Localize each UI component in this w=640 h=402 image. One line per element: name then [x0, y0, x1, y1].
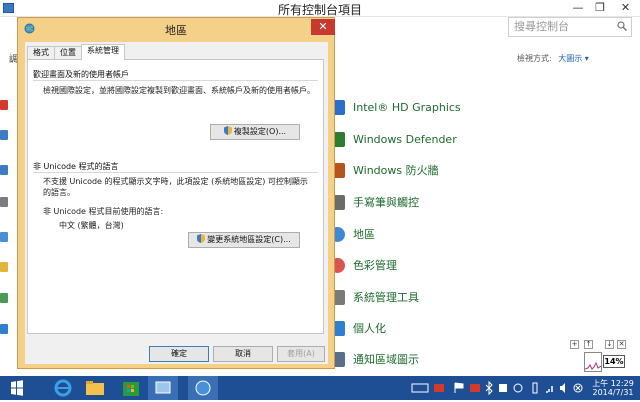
cp-item-label: 手寫筆與觸控	[353, 196, 419, 209]
cp-item-label: Intel® HD Graphics	[353, 100, 461, 114]
administrative-tab-page: 歡迎畫面及新的使用者帳戶 檢視國際設定，並將國際設定複製到歡迎畫面、系統帳戶及新…	[27, 59, 324, 334]
region-app-taskbar-button[interactable]	[188, 376, 218, 400]
store-bag-icon	[123, 382, 139, 396]
cp-item-pen-touch[interactable]: 手寫筆與觸控	[330, 193, 419, 211]
minimize-button[interactable]: —	[567, 0, 589, 16]
tab-formats[interactable]: 格式	[27, 46, 55, 60]
cp-item-windows-defender[interactable]: Windows Defender	[330, 130, 457, 148]
hidden-item-icon	[0, 262, 8, 272]
cp-item-admin-tools[interactable]: 系統管理工具	[330, 288, 419, 306]
ok-button[interactable]: 確定	[149, 346, 209, 362]
folder-icon	[86, 381, 104, 395]
region-app-icon	[195, 380, 211, 396]
bluetooth-icon[interactable]	[483, 376, 495, 400]
widget-arrow-button[interactable]: ↑	[584, 340, 593, 349]
restore-button[interactable]: ❐	[589, 0, 611, 16]
change-system-locale-label: 變更系統地區設定(C)...	[207, 235, 291, 244]
cp-item-color-management[interactable]: 色彩管理	[330, 256, 397, 274]
cp-item-label: 地區	[353, 228, 375, 241]
search-placeholder: 搜尋控制台	[514, 20, 569, 33]
windows-logo-icon	[11, 380, 23, 396]
welcome-group-description: 檢視國際設定，並將國際設定複製到歡迎畫面、系統帳戶及新的使用者帳戶。	[43, 86, 315, 95]
close-button[interactable]: ✕	[611, 0, 640, 16]
cp-item-personalization[interactable]: 個人化	[330, 319, 386, 337]
search-icon[interactable]	[617, 21, 627, 31]
battery-icon[interactable]	[530, 376, 540, 400]
cp-item-label: 系統管理工具	[353, 291, 419, 304]
dialog-close-button[interactable]: ✕	[311, 19, 335, 35]
control-panel-taskbar-button[interactable]	[148, 376, 178, 400]
clock-date[interactable]: 2014/7/31	[588, 388, 638, 397]
cp-item-intel-graphics[interactable]: Intel® HD Graphics	[330, 98, 461, 116]
cp-item-notification-icons[interactable]: 通知區域圖示	[330, 350, 419, 368]
welcome-group-title: 歡迎畫面及新的使用者帳戶	[33, 70, 129, 79]
signal-icon[interactable]	[544, 376, 556, 400]
widget-close-button[interactable]: ✕	[617, 340, 626, 349]
view-by: 檢視方式: 大圖示 ▾	[517, 53, 589, 64]
volume-icon[interactable]	[558, 376, 570, 400]
group-divider	[33, 80, 318, 81]
hidden-item-icon	[0, 324, 8, 334]
tray-app-icon[interactable]	[497, 376, 509, 400]
file-explorer-icon[interactable]	[80, 376, 110, 400]
cancel-button[interactable]: 取消	[213, 346, 273, 362]
cp-item-firewall[interactable]: Windows 防火牆	[330, 161, 439, 179]
cp-item-region[interactable]: 地區	[330, 225, 375, 243]
tab-strip: 格式 位置 系統管理	[27, 44, 125, 60]
dialog-title: 地區	[165, 24, 187, 37]
hidden-item-icon	[0, 100, 8, 110]
tab-administrative[interactable]: 系統管理	[81, 44, 125, 60]
usage-graph	[584, 352, 602, 372]
keyboard-icon[interactable]	[410, 376, 430, 400]
tray-language-icon[interactable]	[432, 376, 446, 400]
view-by-label: 檢視方式:	[517, 54, 552, 63]
view-by-dropdown[interactable]: 大圖示 ▾	[558, 54, 589, 63]
cp-item-label: Windows Defender	[353, 132, 457, 146]
cp-item-label: 個人化	[353, 322, 386, 335]
region-dialog: 地區 ✕ 格式 位置 系統管理 歡迎畫面及新的使用者帳戶 檢視國際設定，並將國際…	[17, 17, 335, 369]
graph-line-icon	[584, 361, 602, 370]
copy-settings-label: 複製設定(O)...	[233, 127, 287, 136]
cp-item-label: 色彩管理	[353, 259, 397, 272]
internet-explorer-icon[interactable]	[48, 376, 78, 400]
cp-item-label: 通知區域圖示	[353, 353, 419, 366]
change-system-locale-button[interactable]: 變更系統地區設定(C)...	[188, 232, 300, 248]
usage-percent: 14%	[603, 355, 625, 368]
copy-settings-button[interactable]: 複製設定(O)...	[210, 124, 300, 140]
search-input[interactable]: 搜尋控制台	[508, 17, 632, 37]
control-panel-titlebar: 所有控制台項目 — ❐ ✕	[0, 0, 640, 17]
uac-shield-icon	[197, 234, 206, 243]
ie-logo-icon	[54, 379, 72, 397]
dialog-body: 格式 位置 系統管理 歡迎畫面及新的使用者帳戶 檢視國際設定，並將國際設定複製到…	[25, 42, 328, 364]
tray-sync-icon[interactable]	[512, 376, 524, 400]
unicode-group-title: 非 Unicode 程式的語言	[33, 162, 119, 171]
uac-shield-icon	[223, 126, 232, 135]
tray-flag-icon[interactable]	[452, 376, 466, 400]
control-panel-title: 所有控制台項目	[277, 3, 362, 17]
notification-close-icon[interactable]	[572, 376, 584, 400]
apply-button[interactable]: 套用(A)	[277, 346, 325, 362]
taskbar: 上午 12:29 2014/7/31	[0, 376, 640, 400]
tray-ime-icon[interactable]	[468, 376, 482, 400]
hidden-item-icon	[0, 165, 8, 175]
current-language-value: 中文 (繁體，台灣)	[59, 221, 124, 230]
tab-location[interactable]: 位置	[54, 46, 82, 60]
cp-item-label: Windows 防火牆	[353, 164, 439, 177]
widget-plus-button[interactable]: +	[570, 340, 579, 349]
hidden-item-icon	[0, 232, 8, 242]
store-icon[interactable]	[116, 376, 146, 400]
unicode-group-description: 不支援 Unicode 的程式顯示文字時，此項設定 (系統地區設定) 可控制顯示…	[43, 177, 308, 197]
hidden-item-icon	[0, 197, 8, 207]
dialog-titlebar[interactable]: 地區 ✕	[18, 18, 335, 40]
group-divider	[33, 172, 318, 173]
start-button[interactable]	[2, 376, 32, 400]
control-panel-icon	[155, 381, 171, 394]
hidden-item-icon	[0, 130, 8, 140]
current-language-label: 非 Unicode 程式目前使用的語言:	[43, 207, 164, 216]
widget-down-button[interactable]: ↓	[605, 340, 614, 349]
hidden-item-icon	[0, 293, 8, 303]
